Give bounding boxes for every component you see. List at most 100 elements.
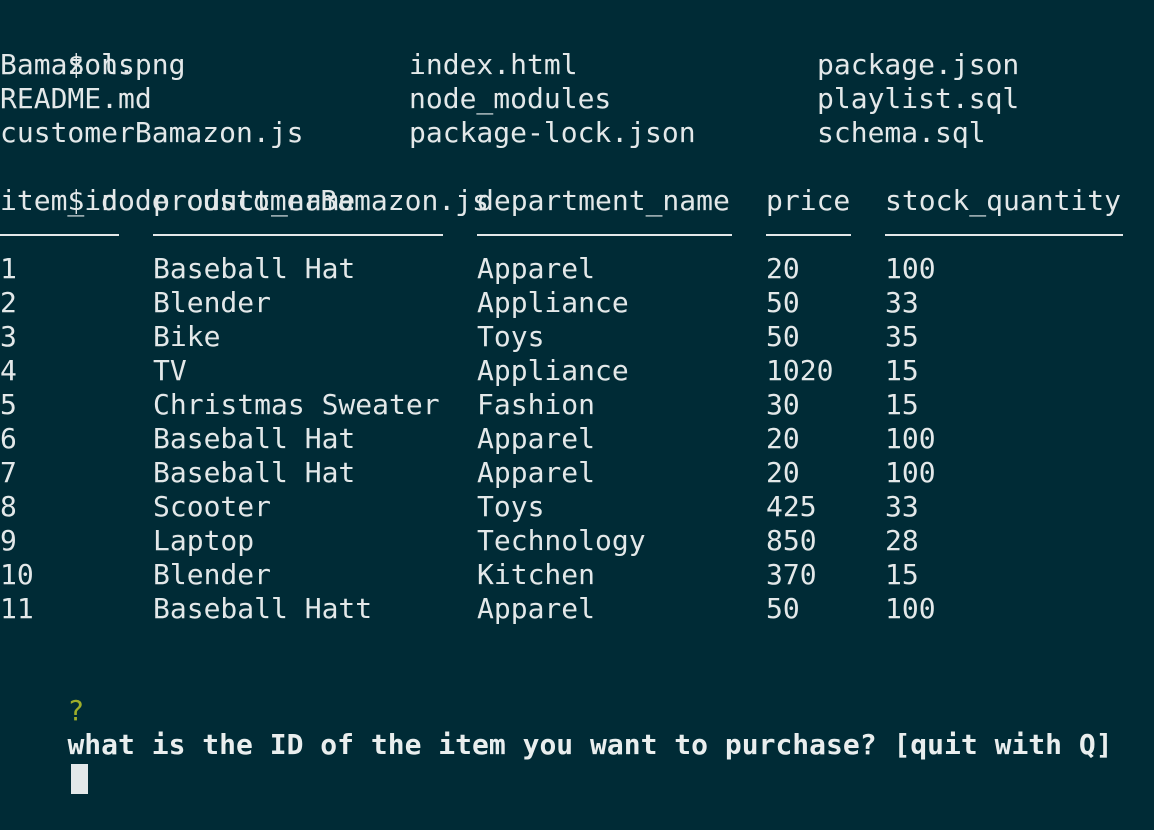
table-cell: Christmas Sweater [153, 388, 440, 421]
table-cell: 28 [885, 524, 919, 557]
table-cell: Fashion [477, 388, 596, 421]
table-cell: Blender [153, 558, 272, 591]
column-divider [153, 234, 443, 236]
table-cell: 4 [0, 354, 17, 387]
table-cell: 50 [766, 320, 800, 353]
table-cell: Kitchen [477, 558, 596, 591]
text-cursor[interactable] [71, 764, 89, 794]
table-cell: Baseball Hat [153, 252, 356, 285]
column-header: stock_quantity [885, 184, 1122, 217]
ls-output-row: README.md node_modules playlist.sql [0, 82, 1154, 116]
purchase-prompt[interactable]: ? what is the ID of the item you want to… [0, 660, 1154, 794]
column-header: item_id [0, 184, 119, 217]
prompt-question: what is the ID of the item you want to p… [67, 728, 1113, 761]
table-cell: Baseball Hatt [153, 592, 373, 625]
table-cell: 425 [766, 490, 817, 523]
command-line-ls: $ ls [0, 14, 1154, 81]
column-divider [0, 234, 119, 236]
table-cell: Scooter [153, 490, 272, 523]
terminal-output: $ ls Bamazon.png index.html package.json… [0, 14, 1154, 794]
table-cell: 20 [766, 456, 800, 489]
table-cell: 2 [0, 286, 17, 319]
table-row: 2 Blender Appliance 50 33 [0, 286, 1154, 320]
table-cell: 20 [766, 422, 800, 455]
file-name: schema.sql [817, 116, 986, 149]
prompt-marker: ? [67, 694, 85, 727]
table-cell: 5 [0, 388, 17, 421]
table-cell: Apparel [477, 592, 596, 625]
table-cell: 850 [766, 524, 817, 557]
table-cell: Toys [477, 320, 545, 353]
file-name: index.html [409, 48, 578, 81]
command-line-node: $ node customerBamazon.js [0, 150, 1154, 217]
table-row: 3 Bike Toys 50 35 [0, 320, 1154, 354]
table-cell: 15 [885, 558, 919, 591]
table-cell: 1 [0, 252, 17, 285]
table-row: 6 Baseball Hat Apparel 20 100 [0, 422, 1154, 456]
table-cell: Apparel [477, 456, 596, 489]
table-cell: 11 [0, 592, 34, 625]
table-cell: Laptop [153, 524, 255, 557]
table-cell: 20 [766, 252, 800, 285]
column-header: price [766, 184, 851, 217]
table-cell: 33 [885, 286, 919, 319]
file-name: README.md [0, 82, 152, 115]
table-cell: 100 [885, 592, 936, 625]
terminal-window[interactable]: { "commands": { "ls": "$ ls", "node": "$… [0, 0, 1154, 794]
table-cell: Baseball Hat [153, 456, 356, 489]
column-header: product_name [153, 184, 356, 217]
ls-output-row: customerBamazon.js package-lock.json sch… [0, 116, 1154, 150]
table-cell: Blender [153, 286, 272, 319]
table-cell: 6 [0, 422, 17, 455]
table-cell: Technology [477, 524, 646, 557]
table-cell: 10 [0, 558, 34, 591]
file-name: package-lock.json [409, 116, 696, 149]
table-cell: 50 [766, 592, 800, 625]
table-cell: Appliance [477, 286, 629, 319]
table-cell: 8 [0, 490, 17, 523]
table-cell: TV [153, 354, 187, 387]
table-row: 5 Christmas Sweater Fashion 30 15 [0, 388, 1154, 422]
table-cell: 1020 [766, 354, 834, 387]
table-cell: Apparel [477, 422, 596, 455]
file-name: playlist.sql [817, 82, 1020, 115]
column-divider [477, 234, 732, 236]
table-row: 1 Baseball Hat Apparel 20 100 [0, 252, 1154, 286]
table-row: 7 Baseball Hat Apparel 20 100 [0, 456, 1154, 490]
table-cell: 100 [885, 422, 936, 455]
table-cell: 35 [885, 320, 919, 353]
file-name: Bamazon.png [0, 48, 186, 81]
table-cell: 33 [885, 490, 919, 523]
table-cell: 9 [0, 524, 17, 557]
table-cell: 15 [885, 388, 919, 421]
file-name: node_modules [409, 82, 612, 115]
column-divider [885, 234, 1123, 236]
file-name: package.json [817, 48, 1020, 81]
table-cell: 370 [766, 558, 817, 591]
table-cell: 100 [885, 252, 936, 285]
table-row: 8 Scooter Toys 425 33 [0, 490, 1154, 524]
table-header-divider [0, 218, 1154, 252]
table-cell: 7 [0, 456, 17, 489]
table-cell: 15 [885, 354, 919, 387]
table-cell: Appliance [477, 354, 629, 387]
table-cell: 3 [0, 320, 17, 353]
table-body: 1 Baseball Hat Apparel 20 100 2 Blender Applian… [0, 252, 1154, 626]
file-name: customerBamazon.js [0, 116, 304, 149]
table-row: 11 Baseball Hatt Apparel 50 100 [0, 592, 1154, 626]
ls-output-row: Bamazon.png index.html package.json [0, 48, 1154, 82]
table-row: 10 Blender Kitchen 370 15 [0, 558, 1154, 592]
table-cell: Apparel [477, 252, 596, 285]
table-header-row: item_id product_name department_name pri… [0, 184, 1154, 218]
table-cell: 100 [885, 456, 936, 489]
table-cell: Baseball Hat [153, 422, 356, 455]
table-row: 4 TV Appliance 1020 15 [0, 354, 1154, 388]
table-cell: Bike [153, 320, 221, 353]
column-header: department_name [477, 184, 730, 217]
table-cell: 50 [766, 286, 800, 319]
table-cell: 30 [766, 388, 800, 421]
column-divider [766, 234, 851, 236]
table-cell: Toys [477, 490, 545, 523]
table-row: 9 Laptop Technology 850 28 [0, 524, 1154, 558]
